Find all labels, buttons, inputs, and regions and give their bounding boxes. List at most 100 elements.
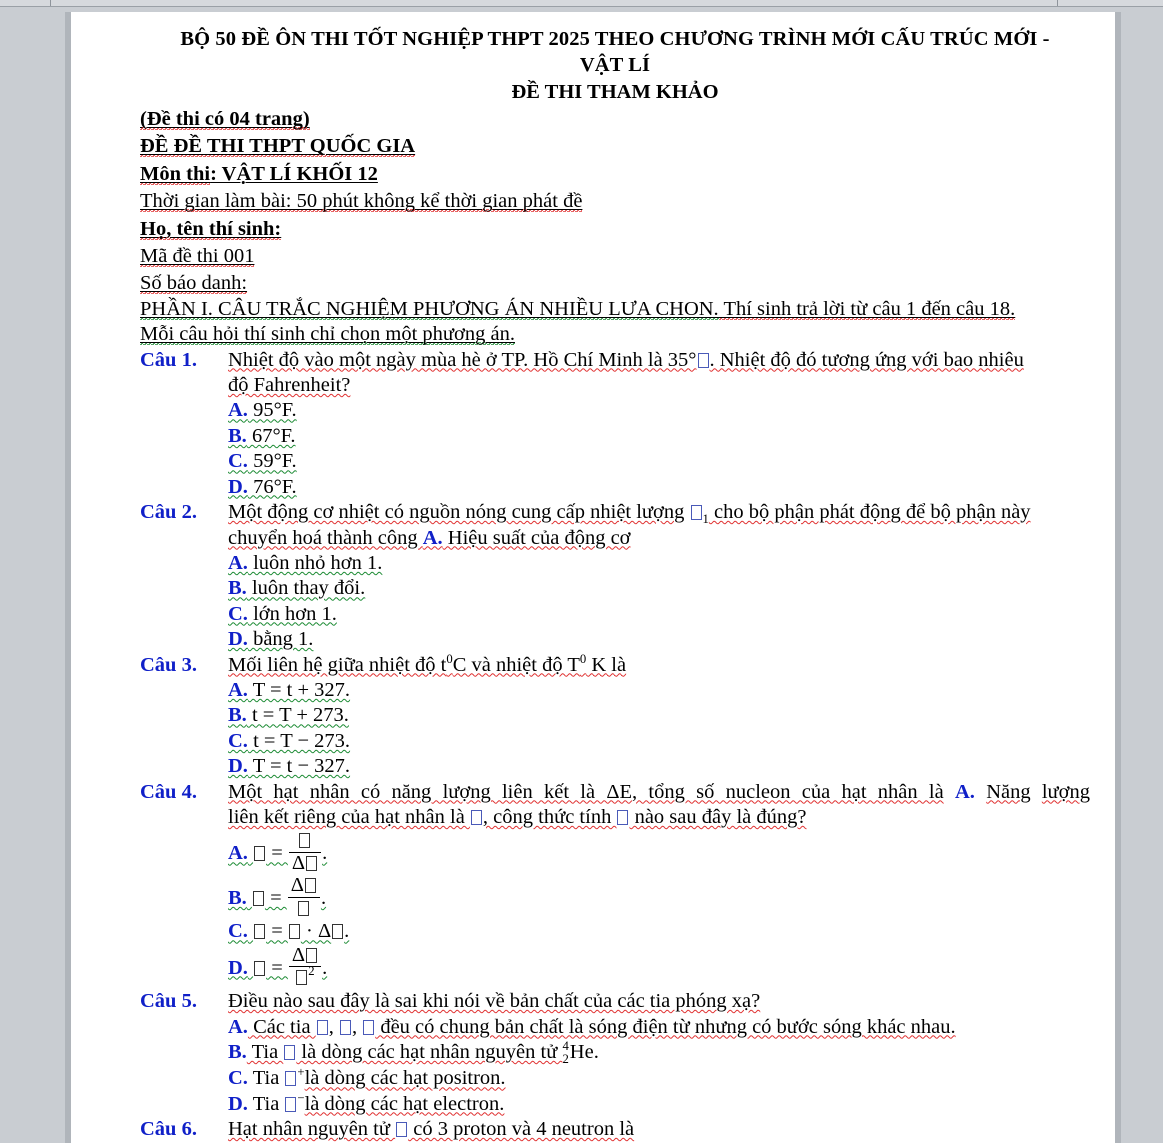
missing-glyph-icon: [316, 1019, 328, 1035]
ruler-strip: [0, 0, 1163, 7]
option-b[interactable]: B. t = T + 273.: [228, 703, 1090, 728]
missing-glyph-icon: [617, 809, 629, 825]
question-6-stem: Hạt nhân nguyên tử có 3 proton và 4 neut…: [228, 1118, 635, 1141]
option-a-text: T = t + 327.: [247, 678, 351, 701]
option-b-text: luôn thay đổi.: [246, 577, 366, 600]
option-d-letter: D.: [228, 1092, 248, 1115]
option-c[interactable]: C. t = T − 273.: [228, 729, 1090, 754]
option-a[interactable]: A. = Δ .: [228, 830, 1090, 874]
option-d-letter: D.: [228, 628, 248, 651]
option-a-letter: A.: [228, 678, 248, 701]
document-title-line2: VẬT LÍ: [579, 54, 651, 76]
option-c-text: lớn hơn 1.: [247, 602, 337, 625]
option-b[interactable]: B. Tia là dòng các hạt nhân nguyên tử 42…: [228, 1040, 1090, 1066]
missing-glyph-icon: [306, 947, 318, 963]
option-c[interactable]: C. lớn hơn 1.: [228, 602, 1090, 627]
option-a-letter: A.: [228, 1015, 248, 1038]
option-a[interactable]: A. luôn nhỏ hơn 1.: [228, 551, 1090, 576]
subject-line: Môn thi: VẬT LÍ KHỐI 12: [140, 162, 378, 185]
option-d-text: T = t − 327.: [247, 755, 351, 778]
option-c-formula: = · Δ.: [253, 920, 349, 942]
question-3-options: A. T = t + 327. B. t = T + 273. C. t = T…: [228, 678, 1090, 780]
question-4-stem: Một hạt nhân có năng lượng liên kết là Δ…: [228, 780, 1091, 803]
question-4-options: A. = Δ . B. = Δ . C. = · Δ . D. = Δ 2 .: [228, 830, 1090, 989]
exam-code-line: Mã đề thi 001: [140, 245, 255, 268]
missing-glyph-icon: [252, 890, 264, 906]
option-c-letter: C.: [228, 1067, 248, 1090]
option-a[interactable]: A. Các tia , , đều có chung bản chất là …: [228, 1015, 1090, 1040]
option-b[interactable]: B. 67°F.: [228, 424, 1090, 449]
question-1: Câu 1. Nhiệt độ vào một ngày mùa hè ở TP…: [140, 348, 1090, 500]
question-6: Câu 6. Hạt nhân nguyên tử có 3 proton và…: [140, 1117, 1090, 1143]
section-heading-line2: Mỗi câu hỏi thí sinh chỉ chọn một phương…: [140, 323, 515, 346]
option-d[interactable]: D. T = t − 327.: [228, 754, 1090, 779]
missing-glyph-icon: [298, 900, 310, 916]
option-a[interactable]: A. T = t + 327.: [228, 678, 1090, 703]
option-b-letter: B.: [228, 886, 247, 909]
section-heading-line1: PHẦN I. CÂU TRẮC NGHIỆM PHƯƠNG ÁN NHIỀU …: [140, 297, 1016, 320]
missing-glyph-icon: [284, 1045, 296, 1060]
fraction: Δ: [287, 874, 320, 919]
missing-glyph-icon: [254, 960, 266, 976]
subject-value: : VẬT LÍ KHỐI 12: [210, 162, 378, 185]
option-c-letter: C.: [228, 602, 248, 625]
document-page: BỘ 50 ĐỀ ÔN THI TỐT NGHIỆP THPT 2025 THE…: [65, 12, 1121, 1143]
option-a-formula: = Δ .: [253, 833, 327, 874]
isotope-notation: 42: [562, 1039, 569, 1067]
question-4: Câu 4. Một hạt nhân có năng lượng liên k…: [140, 780, 1090, 990]
inline-answer-marker: A.: [422, 526, 443, 549]
missing-glyph-icon: [306, 856, 318, 872]
document-content: BỘ 50 ĐỀ ÔN THI TỐT NGHIỆP THPT 2025 THE…: [140, 26, 1090, 1143]
inline-answer-marker: A.: [954, 780, 975, 803]
option-b-letter: B.: [228, 577, 247, 600]
option-d[interactable]: D. bằng 1.: [228, 627, 1090, 652]
question-4-stem-line2: liên kết riêng của hạt nhân là , công th…: [228, 805, 807, 828]
option-b-text: 67°F.: [246, 424, 296, 447]
fraction: Δ: [288, 830, 322, 874]
duration-line: Thời gian làm bài: 50 phút không kể thời…: [140, 190, 583, 213]
question-5-stem: Điều nào sau đây là sai khi nói về bản c…: [228, 990, 761, 1013]
missing-glyph-icon: [296, 970, 308, 986]
option-d[interactable]: D. = Δ 2 .: [228, 944, 1090, 989]
option-c[interactable]: C. = · Δ.: [228, 919, 1090, 944]
option-a[interactable]: A. 95°F.: [228, 398, 1090, 423]
question-4-label: Câu 4.: [140, 780, 197, 803]
option-b-letter: B.: [228, 1041, 247, 1063]
option-c[interactable]: C. 59°F.: [228, 449, 1090, 474]
question-5: Câu 5. Điều nào sau đây là sai khi nói v…: [140, 989, 1090, 1117]
candidate-name-line: Họ, tên thí sinh:: [140, 217, 282, 240]
option-b[interactable]: B. luôn thay đổi.: [228, 576, 1090, 601]
option-b[interactable]: B. = Δ .: [228, 874, 1090, 919]
option-b-formula: = Δ .: [252, 874, 326, 916]
missing-glyph-icon: [697, 352, 709, 368]
missing-glyph-icon: [285, 1096, 297, 1112]
missing-glyph-icon: [254, 924, 266, 940]
question-3: Câu 3. Mối liên hệ giữa nhiệt độ t0C và …: [140, 651, 1090, 780]
option-d-formula: = Δ 2 .: [253, 944, 327, 986]
question-2-options: A. luôn nhỏ hơn 1. B. luôn thay đổi. C. …: [228, 551, 1090, 653]
option-a-letter: A.: [228, 399, 248, 422]
question-2-stem: Một động cơ nhiệt có nguồn nóng cung cấp…: [228, 501, 1031, 527]
missing-glyph-icon: [396, 1122, 408, 1138]
option-a-letter: A.: [228, 551, 248, 574]
option-b-letter: B.: [228, 424, 247, 447]
option-c[interactable]: C. Tia +là dòng các hạt positron.: [228, 1066, 1090, 1091]
option-a-text: luôn nhỏ hơn 1.: [247, 551, 383, 574]
fraction: Δ 2: [288, 944, 322, 989]
word-processor-window: BỘ 50 ĐỀ ÔN THI TỐT NGHIỆP THPT 2025 THE…: [0, 0, 1163, 1143]
document-title-line1: BỘ 50 ĐỀ ÔN THI TỐT NGHIỆP THPT 2025 THE…: [180, 28, 1050, 50]
option-a-letter: A.: [228, 842, 248, 865]
option-d-letter: D.: [228, 755, 248, 778]
registration-number-line: Số báo danh:: [140, 272, 248, 295]
missing-glyph-icon: [299, 833, 311, 849]
option-d[interactable]: D. Tia −là dòng các hạt electron.: [228, 1092, 1090, 1117]
option-b-letter: B.: [228, 704, 247, 727]
exam-name: ĐỀ ĐỀ THI THPT QUỐC GIA: [140, 135, 416, 158]
option-d[interactable]: D. 76°F.: [228, 475, 1090, 500]
question-5-options: A. Các tia , , đều có chung bản chất là …: [228, 1015, 1090, 1118]
question-3-stem: Mối liên hệ giữa nhiệt độ t0C và nhiệt đ…: [228, 651, 627, 676]
option-b-text: t = T + 273.: [246, 704, 349, 727]
option-c-letter: C.: [228, 729, 248, 752]
question-1-stem: Nhiệt độ vào một ngày mùa hè ở TP. Hồ Ch…: [228, 348, 1024, 371]
option-c-letter: C.: [228, 920, 248, 943]
